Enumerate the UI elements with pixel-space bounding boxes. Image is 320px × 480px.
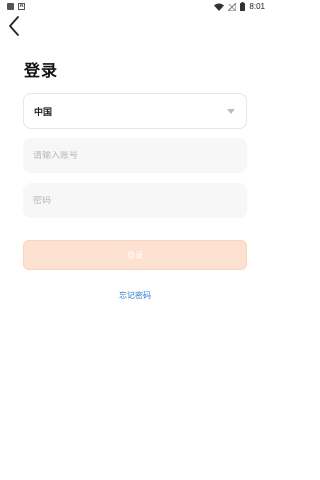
back-button[interactable]	[5, 15, 23, 37]
password-field-wrapper	[23, 183, 247, 218]
battery-icon	[240, 2, 246, 11]
country-selected-value: 中国	[34, 107, 53, 118]
password-input[interactable]	[33, 195, 247, 206]
forgot-password-link[interactable]: 忘记密码	[0, 290, 270, 301]
status-left: A	[7, 3, 25, 10]
login-button[interactable]: 登录	[23, 240, 247, 270]
signal-icon	[228, 2, 237, 11]
country-select[interactable]: 中国	[23, 93, 247, 129]
notification-icon	[7, 3, 14, 10]
status-bar: A 8:01	[0, 0, 270, 13]
chevron-left-icon	[9, 16, 19, 36]
status-time: 8:01	[249, 2, 265, 11]
page-title: 登录	[24, 61, 59, 80]
account-input[interactable]	[33, 150, 247, 161]
account-field-wrapper	[23, 138, 247, 173]
a-notification-icon: A	[18, 3, 25, 10]
chevron-down-icon	[227, 109, 235, 114]
wifi-icon	[214, 3, 225, 11]
status-right: 8:01	[214, 1, 265, 12]
